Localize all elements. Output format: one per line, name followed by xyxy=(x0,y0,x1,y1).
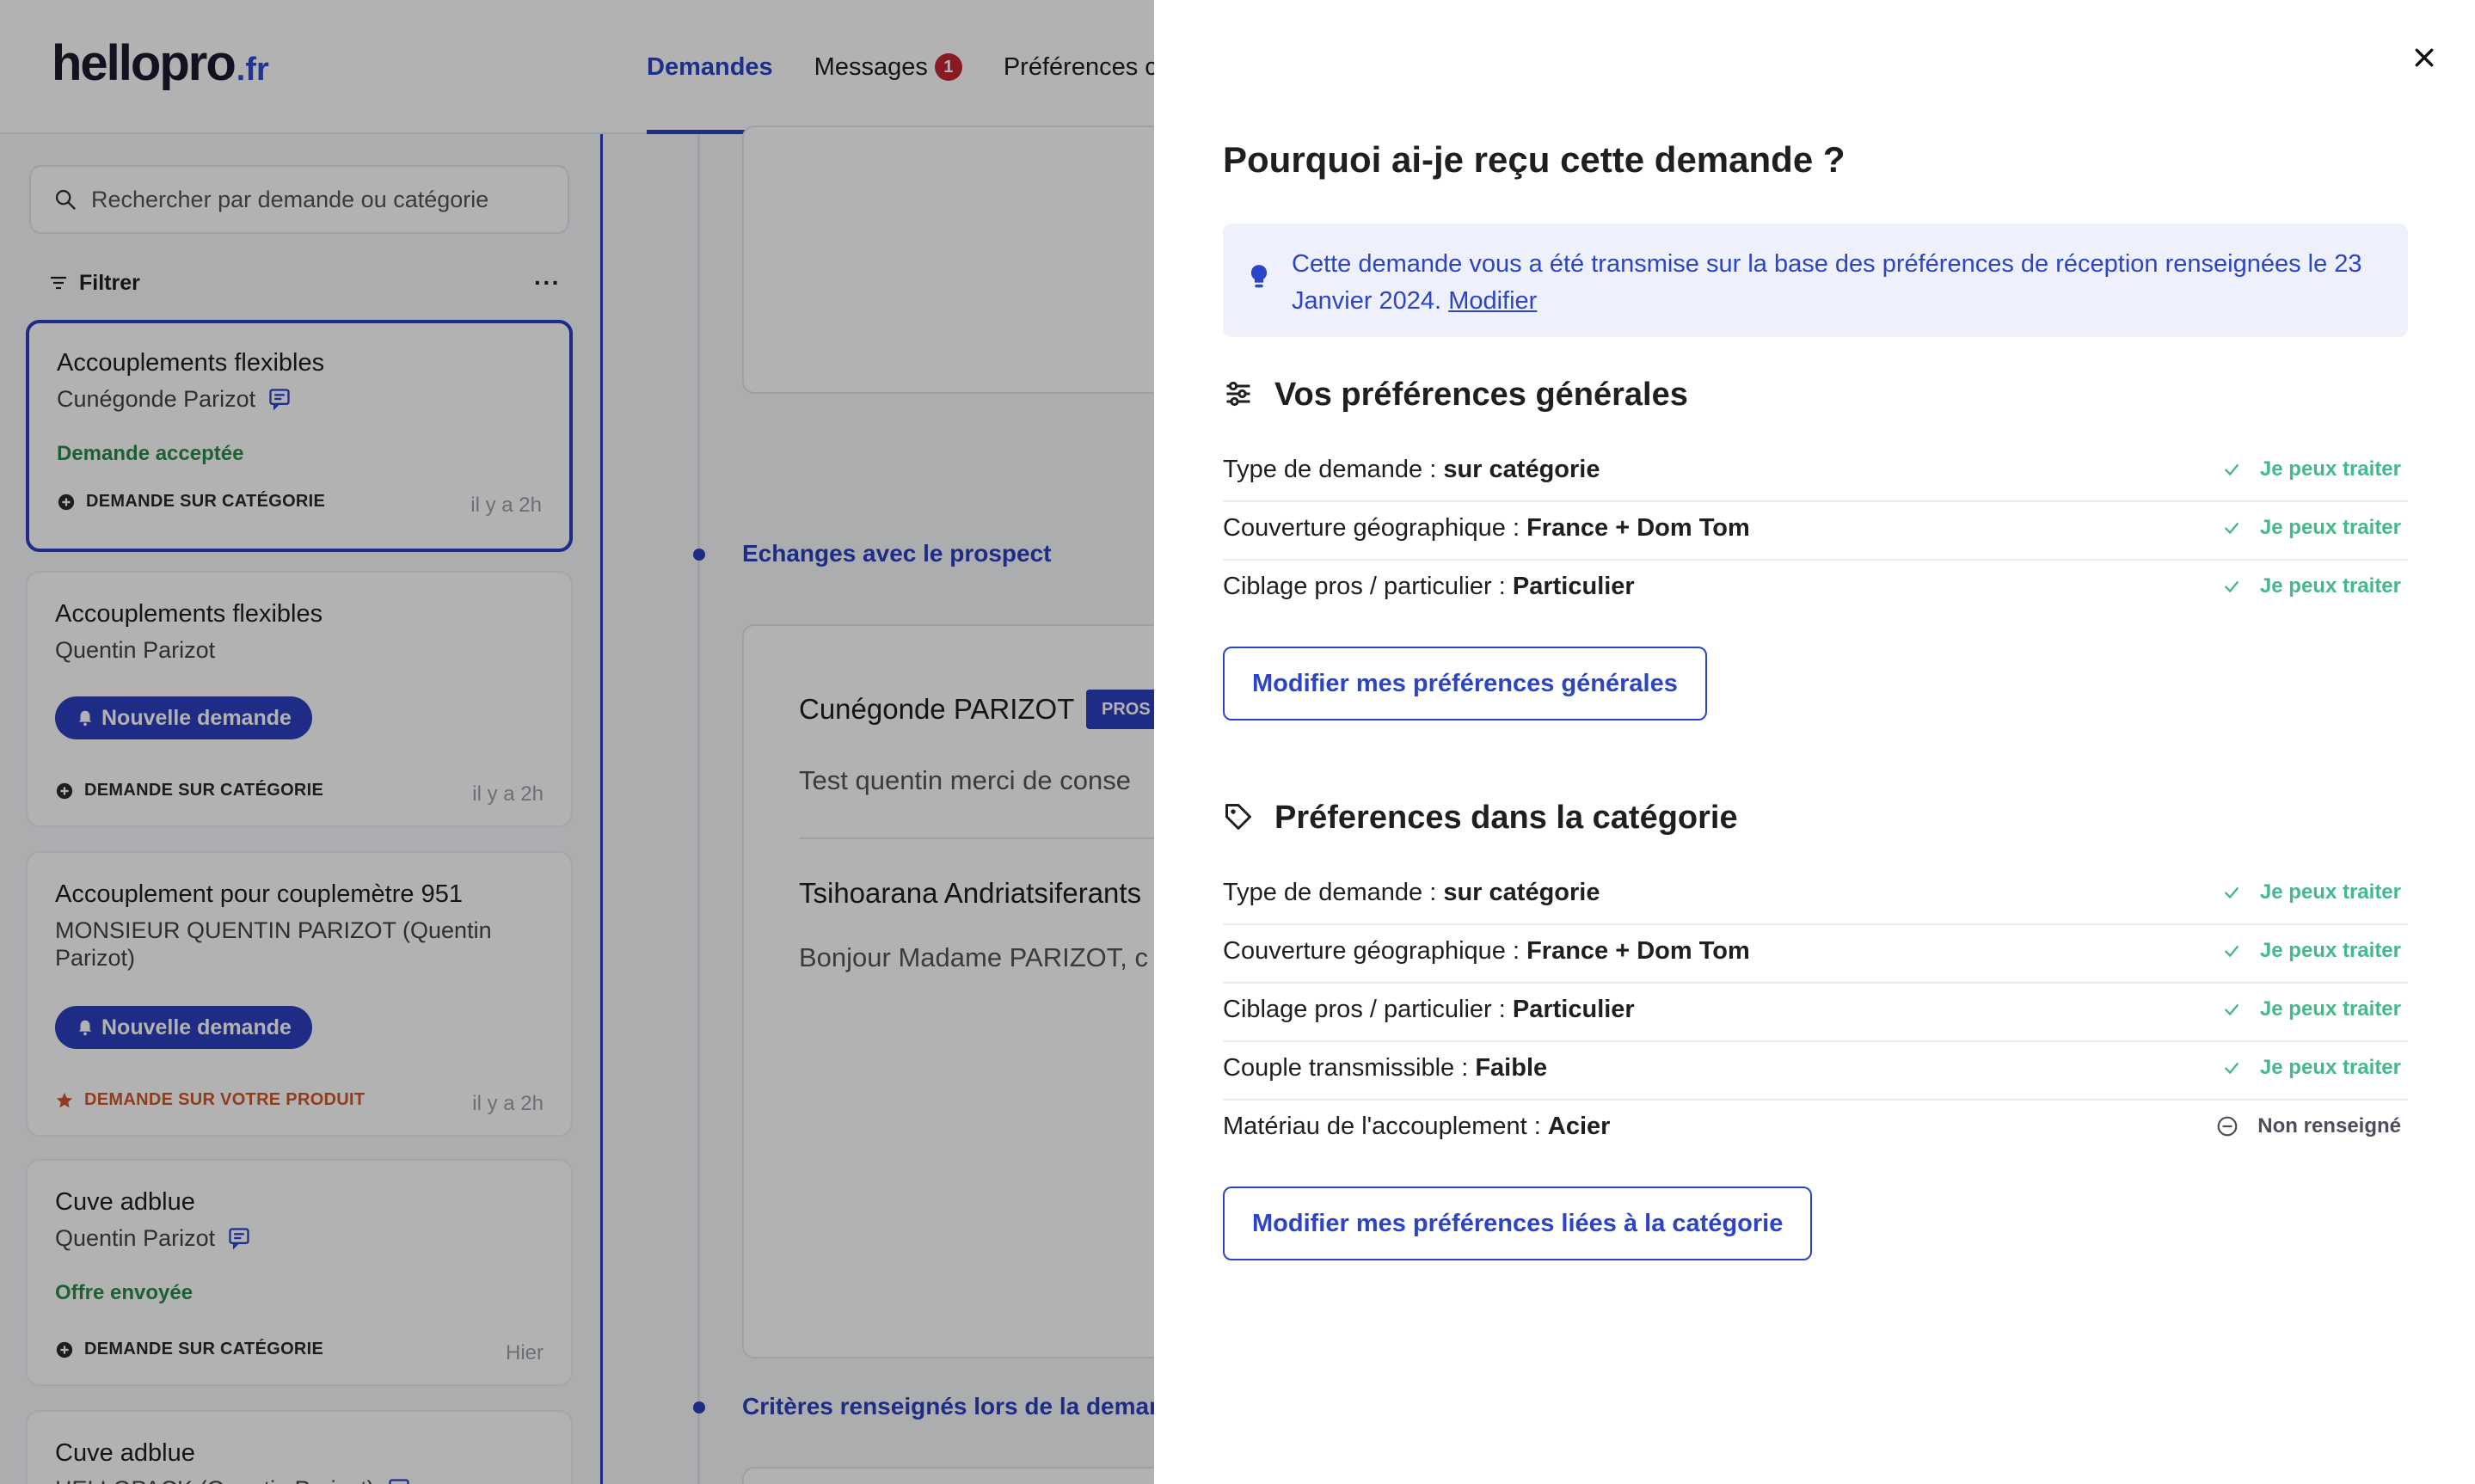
category-preferences-title: Préferences dans la catégorie xyxy=(1274,800,1738,836)
preference-value: sur catégorie xyxy=(1443,456,1600,483)
preference-status: Je peux traiter xyxy=(2222,1056,2401,1080)
preference-status-label: Je peux traiter xyxy=(2259,457,2401,481)
edit-category-preferences-button[interactable]: Modifier mes préférences liées à la caté… xyxy=(1223,1187,1813,1260)
check-icon xyxy=(2224,580,2239,593)
modal-backdrop[interactable] xyxy=(0,0,1154,1484)
preference-status: Je peux traiter xyxy=(2222,574,2401,598)
preference-status-label: Je peux traiter xyxy=(2259,574,2401,598)
preference-value: France + Dom Tom xyxy=(1526,937,1750,965)
info-text: Cette demande vous a été transmise sur l… xyxy=(1292,246,2384,320)
preference-status: Je peux traiter xyxy=(2222,880,2401,905)
preference-status: Je peux traiter xyxy=(2222,457,2401,481)
preference-key: Type de demande : xyxy=(1223,456,1444,483)
preference-row: Couple transmissible : Faible Je peux tr… xyxy=(1223,1042,2408,1101)
check-icon xyxy=(2224,1062,2239,1075)
preference-label: Couple transmissible : Faible xyxy=(1223,1054,1547,1082)
minus-circle-icon xyxy=(2217,1116,2238,1137)
preference-value: Particulier xyxy=(1512,573,1635,600)
check-icon xyxy=(2224,945,2239,958)
modify-link[interactable]: Modifier xyxy=(1448,287,1537,315)
preference-value: Acier xyxy=(1547,1113,1611,1140)
preference-key: Couple transmissible : xyxy=(1223,1054,1476,1082)
preference-value: France + Dom Tom xyxy=(1526,514,1750,542)
preference-value: Faible xyxy=(1475,1054,1548,1082)
preference-key: Couverture géographique : xyxy=(1223,937,1527,965)
check-icon xyxy=(2224,1003,2239,1016)
preference-label: Ciblage pros / particulier : Particulier xyxy=(1223,996,1635,1024)
preference-status: Je peux traiter xyxy=(2222,516,2401,540)
preference-status-label: Je peux traiter xyxy=(2259,1056,2401,1079)
preference-key: Couverture géographique : xyxy=(1223,514,1527,542)
info-banner: Cette demande vous a été transmise sur l… xyxy=(1223,224,2408,337)
general-preferences-title: Vos préférences générales xyxy=(1274,377,1688,413)
check-icon xyxy=(2224,463,2239,476)
preference-key: Ciblage pros / particulier : xyxy=(1223,573,1513,600)
lightbulb-icon xyxy=(1250,265,1268,288)
check-icon xyxy=(2224,522,2239,535)
edit-general-preferences-button[interactable]: Modifier mes préférences générales xyxy=(1223,647,1707,721)
preference-label: Couverture géographique : France + Dom T… xyxy=(1223,937,1750,966)
preference-label: Couverture géographique : France + Dom T… xyxy=(1223,514,1750,543)
preference-key: Ciblage pros / particulier : xyxy=(1223,996,1513,1023)
tag-icon xyxy=(1225,804,1251,830)
preference-label: Type de demande : sur catégorie xyxy=(1223,879,1600,907)
check-icon xyxy=(2224,886,2239,899)
preference-status-label: Je peux traiter xyxy=(2259,880,2401,904)
preference-row: Ciblage pros / particulier : Particulier… xyxy=(1223,984,2408,1042)
preference-value: sur catégorie xyxy=(1443,879,1600,906)
preference-status: Je peux traiter xyxy=(2222,939,2401,963)
sliders-icon xyxy=(1226,381,1250,407)
preference-row: Couverture géographique : France + Dom T… xyxy=(1223,925,2408,984)
preference-status-label: Non renseigné xyxy=(2257,1114,2401,1138)
preference-row: Ciblage pros / particulier : Particulier… xyxy=(1223,561,2408,619)
preference-status-label: Je peux traiter xyxy=(2259,997,2401,1021)
preference-label: Ciblage pros / particulier : Particulier xyxy=(1223,573,1635,601)
preference-row: Type de demande : sur catégorie Je peux … xyxy=(1223,444,2408,502)
preference-status: Non renseigné xyxy=(2216,1114,2401,1138)
preference-row: Type de demande : sur catégorie Je peux … xyxy=(1223,867,2408,925)
preference-label: Matériau de l'accouplement : Acier xyxy=(1223,1113,1610,1141)
preference-key: Type de demande : xyxy=(1223,879,1444,906)
drawer-title: Pourquoi ai-je reçu cette demande ? xyxy=(1223,139,1846,180)
preference-status: Je peux traiter xyxy=(2222,997,2401,1021)
preference-key: Matériau de l'accouplement : xyxy=(1223,1113,1548,1140)
preference-row: Couverture géographique : France + Dom T… xyxy=(1223,502,2408,561)
preference-value: Particulier xyxy=(1512,996,1635,1023)
why-received-drawer: Pourquoi ai-je reçu cette demande ? Cett… xyxy=(1154,0,2475,1484)
preference-row: Matériau de l'accouplement : Acier Non r… xyxy=(1223,1101,2408,1159)
close-button[interactable] xyxy=(2404,38,2444,77)
preference-status-label: Je peux traiter xyxy=(2259,939,2401,962)
preference-label: Type de demande : sur catégorie xyxy=(1223,456,1600,484)
close-icon xyxy=(2415,48,2434,67)
preference-status-label: Je peux traiter xyxy=(2259,516,2401,539)
